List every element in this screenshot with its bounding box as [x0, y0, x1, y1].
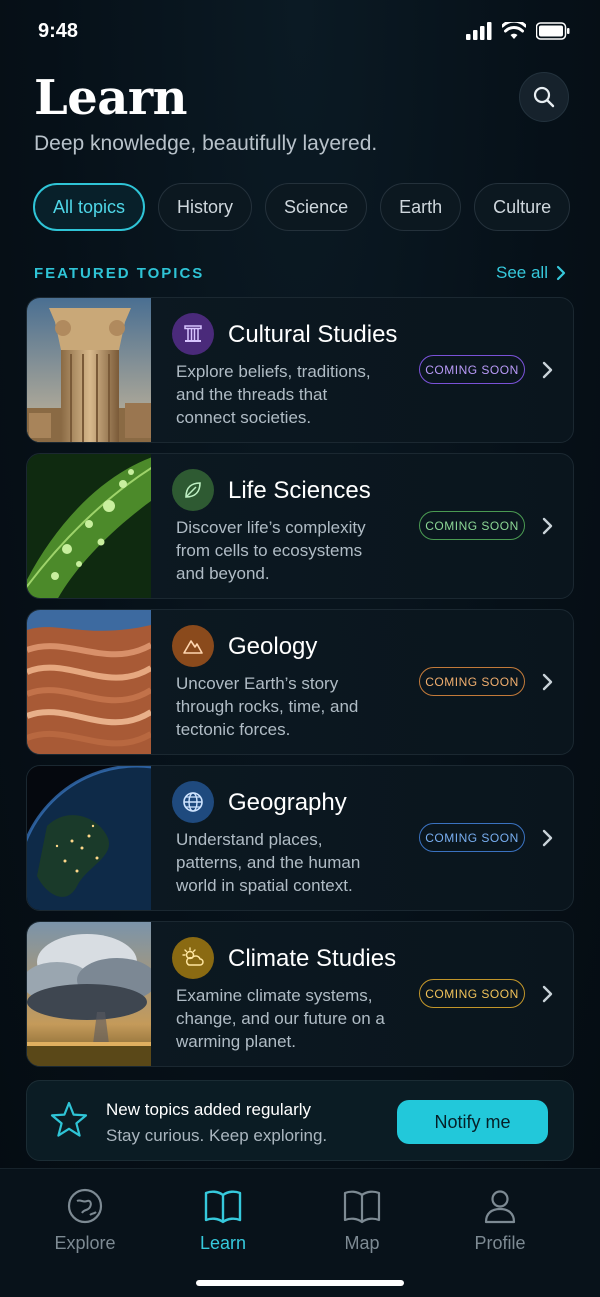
- coming-soon-badge: COMING SOON: [419, 355, 525, 384]
- section-label: FEATURED TOPICS: [34, 265, 205, 282]
- topic-card-geography[interactable]: Geography Understand places, patterns, a…: [26, 765, 574, 911]
- coming-soon-badge: COMING SOON: [419, 667, 525, 696]
- home-indicator[interactable]: [196, 1280, 404, 1286]
- sandstone-waves-image: [27, 610, 151, 754]
- topic-title: Climate Studies: [228, 945, 397, 972]
- earth-night-image: [27, 766, 151, 910]
- new-topics-banner: New topics added regularly Stay curious.…: [26, 1080, 574, 1161]
- topic-title: Life Sciences: [228, 477, 371, 504]
- tab-profile[interactable]: Profile: [440, 1187, 560, 1254]
- book-icon: [204, 1190, 242, 1224]
- chip-all-topics[interactable]: All topics: [33, 183, 146, 231]
- topic-filter-chips: All topics History Science Earth Culture: [33, 183, 571, 231]
- topic-description: Explore beliefs, traditions, and the thr…: [176, 362, 371, 427]
- mountain-icon: [172, 625, 214, 667]
- topic-card-life-sciences[interactable]: Life Sciences Discover life’s complexity…: [26, 453, 574, 599]
- chip-science[interactable]: Science: [265, 183, 368, 231]
- wifi-icon: [502, 22, 526, 39]
- topic-title: Geography: [228, 789, 347, 816]
- column-ruins-image: [27, 298, 151, 442]
- globe-icon: [172, 781, 214, 823]
- chevron-right-icon: [542, 985, 553, 1003]
- star-icon: [50, 1101, 88, 1137]
- topic-card-cultural-studies[interactable]: Cultural Studies Explore beliefs, tradit…: [26, 297, 574, 443]
- page-title: Learn: [34, 70, 188, 126]
- tab-label: Map: [344, 1233, 380, 1253]
- sun-cloud-icon: [172, 937, 214, 979]
- topic-card-climate-studies[interactable]: Climate Studies Examine climate systems,…: [26, 921, 574, 1067]
- chevron-right-icon: [542, 361, 553, 379]
- topic-card-geology[interactable]: Geology Uncover Earth’s story through ro…: [26, 609, 574, 755]
- status-time: 9:48: [38, 20, 79, 42]
- topic-description: Uncover Earth’s story through rocks, tim…: [176, 674, 359, 739]
- see-all-label: See all: [496, 263, 548, 282]
- tab-label: Profile: [474, 1233, 526, 1253]
- status-icons: [466, 22, 570, 40]
- learn-screen: 9:48 Learn Deep knowledge, beautifully l…: [0, 0, 600, 1297]
- coming-soon-badge: COMING SOON: [419, 979, 525, 1008]
- coming-soon-badge: COMING SOON: [419, 511, 525, 540]
- search-icon: [533, 86, 555, 108]
- banner-title: New topics added regularly: [106, 1100, 312, 1119]
- chip-earth[interactable]: Earth: [380, 183, 462, 231]
- column-icon: [172, 313, 214, 355]
- storm-clouds-image: [27, 922, 151, 1066]
- notify-me-button[interactable]: Notify me: [397, 1100, 548, 1144]
- chip-culture[interactable]: Culture: [474, 183, 571, 231]
- battery-icon: [536, 22, 570, 40]
- tab-label: Learn: [199, 1233, 247, 1253]
- topic-title: Geology: [228, 633, 318, 660]
- banner-subtitle: Stay curious. Keep exploring.: [106, 1126, 328, 1145]
- signal-icon: [466, 22, 492, 40]
- chevron-right-icon: [542, 673, 553, 691]
- leaf-dewdrops-image: [27, 454, 151, 598]
- topic-description: Discover life’s complexity from cells to…: [176, 518, 366, 583]
- tab-learn[interactable]: Learn: [163, 1187, 283, 1254]
- person-icon: [484, 1190, 516, 1224]
- bottom-tab-bar: Explore Learn Map Profile: [0, 1168, 600, 1297]
- chevron-right-icon: [542, 517, 553, 535]
- compass-icon: [67, 1188, 103, 1224]
- topic-description: Understand places, patterns, and the hum…: [176, 830, 361, 895]
- see-all-link[interactable]: See all: [496, 263, 566, 283]
- search-button[interactable]: [519, 72, 569, 122]
- tab-explore[interactable]: Explore: [25, 1187, 145, 1254]
- topic-title: Cultural Studies: [228, 321, 398, 348]
- topic-description: Examine climate systems, change, and our…: [176, 986, 385, 1051]
- page-subtitle: Deep knowledge, beautifully layered.: [34, 132, 378, 155]
- status-bar: 9:48: [0, 0, 600, 62]
- chevron-right-icon: [556, 265, 566, 281]
- chip-history[interactable]: History: [158, 183, 253, 231]
- tab-label: Explore: [54, 1233, 116, 1253]
- map-icon: [343, 1190, 381, 1224]
- leaf-icon: [172, 469, 214, 511]
- coming-soon-badge: COMING SOON: [419, 823, 525, 852]
- tab-map[interactable]: Map: [302, 1187, 422, 1254]
- chevron-right-icon: [542, 829, 553, 847]
